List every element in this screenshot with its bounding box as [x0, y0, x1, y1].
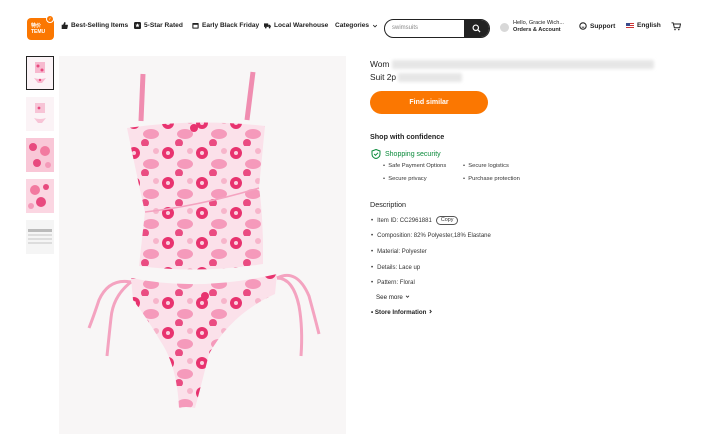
pink-floral-bikini-image	[87, 71, 321, 408]
detail-composition: • Composition: 82% Polyester,18% Elastane	[371, 233, 491, 239]
nav-black-friday[interactable]: Early Black Friday	[192, 22, 259, 29]
shop-confidence-title: Shop with confidence	[370, 132, 445, 141]
top-header: 特价 TEMU ✓ Best-Selling Items 5-Star Rated…	[0, 0, 704, 56]
support-link[interactable]: Support	[579, 22, 615, 30]
nav-categories[interactable]: Categories	[335, 22, 378, 29]
security-label: Shopping security	[385, 150, 441, 158]
description-title: Description	[370, 200, 406, 209]
blurred-title-text	[391, 60, 654, 70]
thumbnail-2[interactable]	[26, 97, 54, 131]
shield-check-icon	[371, 149, 381, 159]
thumbnail-3[interactable]	[26, 138, 54, 172]
main-product-image[interactable]	[59, 56, 346, 434]
account-greeting: Hello, Gracie Wich...	[513, 20, 564, 26]
feature-safe-payment: • Safe Payment Options	[383, 163, 447, 169]
fabric-closeup-image	[28, 184, 49, 209]
nav-label: Categories	[335, 22, 370, 29]
search-button[interactable]	[464, 20, 489, 37]
search-input[interactable]: swimsuits	[392, 25, 418, 31]
swimsuit-thumbnail-image	[34, 103, 46, 123]
see-more-label: See more	[376, 294, 403, 301]
calendar-icon	[192, 23, 199, 29]
nav-five-star[interactable]: 5-Star Rated	[134, 22, 183, 29]
nav-label: Local Warehouse	[274, 22, 329, 29]
cart-icon[interactable]	[671, 22, 681, 31]
detail-pattern: • Pattern: Floral	[371, 280, 415, 286]
account-label: Orders & Account	[513, 27, 561, 33]
feature-purchase-protection: • Purchase protection	[463, 176, 520, 182]
item-id: Item ID: CC2961881	[377, 217, 432, 224]
detail-details: • Details: Lace up	[371, 265, 421, 271]
chevron-down-icon	[372, 24, 378, 27]
product-title-line2: Suit 2p	[370, 72, 397, 82]
star-icon	[134, 22, 141, 29]
detail-material: • Material: Polyester	[371, 249, 427, 255]
feature-secure-privacy: • Secure privacy	[383, 176, 427, 182]
fabric-closeup-image	[29, 143, 51, 168]
product-title: Wom Suit 2p	[370, 58, 654, 84]
nav-label: Best-Selling Items	[71, 22, 129, 29]
store-info-label: Store Information	[374, 309, 427, 316]
headset-icon	[579, 22, 587, 30]
size-chart-image	[28, 229, 52, 244]
account-menu[interactable]: Hello, Gracie Wich... Orders & Account	[500, 20, 564, 34]
thumbs-up-icon	[61, 22, 68, 29]
language-label: English	[637, 22, 661, 29]
shopping-security[interactable]: Shopping security	[371, 149, 441, 159]
thumbnail-4[interactable]	[26, 179, 54, 213]
logo-badge-icon: ✓	[46, 15, 54, 23]
thumbnail-list	[26, 56, 56, 261]
nav-local-warehouse[interactable]: Local Warehouse	[264, 22, 328, 29]
search-bar[interactable]: swimsuits	[384, 19, 490, 38]
item-id-row: • Item ID: CC2961881 Copy	[371, 216, 459, 225]
find-similar-button[interactable]: Find similar	[370, 91, 488, 114]
copy-button[interactable]: Copy	[435, 216, 459, 225]
see-more-link[interactable]: See more	[376, 294, 410, 301]
swimsuit-thumbnail-image	[34, 62, 46, 83]
nav-label: 5-Star Rated	[144, 22, 183, 29]
support-label: Support	[590, 22, 616, 30]
store-information-link[interactable]: • Store Information	[371, 309, 433, 316]
language-selector[interactable]: English	[626, 22, 661, 29]
avatar	[500, 22, 509, 32]
us-flag-icon	[626, 22, 634, 29]
product-title-line1: Wom	[370, 59, 390, 69]
truck-icon	[264, 23, 271, 29]
blurred-title-text	[398, 73, 463, 83]
feature-secure-logistics: • Secure logistics	[463, 163, 509, 169]
thumbnail-5[interactable]	[26, 220, 54, 254]
nav-label: Early Black Friday	[202, 22, 260, 29]
chevron-right-icon	[429, 309, 433, 314]
search-icon	[472, 24, 481, 33]
chevron-down-icon	[405, 295, 409, 298]
nav-best-selling[interactable]: Best-Selling Items	[61, 22, 128, 29]
thumbnail-1[interactable]	[26, 56, 54, 90]
